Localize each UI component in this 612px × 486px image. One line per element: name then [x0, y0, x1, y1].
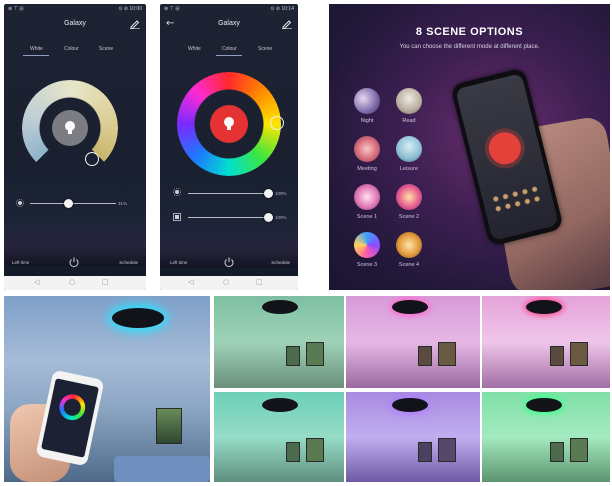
tab-colour[interactable]: Colour	[64, 46, 79, 52]
phone-screenshot-colour: ⊕ ⊤ ⊟ ⊙ ⊘ 10:14 ← Galaxy White Colour Sc…	[160, 4, 298, 290]
brightness-value: 100%	[275, 191, 287, 196]
status-bar: ⊕ ⊤ ⊟ ⊙ ⊘ 10:00	[4, 4, 146, 14]
lightbulb-icon	[65, 121, 75, 134]
brightness-slider[interactable]	[188, 193, 268, 194]
tab-white[interactable]: White	[30, 46, 43, 52]
schedule-button[interactable]: Schedule	[119, 260, 138, 265]
room-photo-purple	[346, 392, 480, 482]
wall-painting	[286, 346, 300, 366]
wall-painting	[438, 342, 456, 366]
wall-painting	[438, 438, 456, 462]
home-nav-icon[interactable]: ○	[223, 278, 229, 286]
pencil-icon[interactable]	[130, 19, 140, 29]
wall-painting	[306, 342, 324, 366]
scene-title-text: SCENE OPTIONS	[426, 26, 524, 38]
room-photo-green-3	[482, 392, 610, 482]
wall-painting	[306, 438, 324, 462]
back-nav-icon[interactable]: ◁	[34, 278, 39, 286]
wall-painting	[418, 346, 432, 366]
bottom-bar: Left time Schedule	[4, 256, 146, 270]
scene-leisure[interactable]: Leisure	[395, 136, 423, 172]
ceiling-lamp	[262, 300, 298, 314]
ceiling-lamp	[262, 398, 298, 412]
sofa	[114, 456, 210, 482]
android-nav-bar: ◁ ○ □	[160, 276, 298, 290]
scene-4[interactable]: Scene 4	[395, 232, 423, 268]
pencil-icon[interactable]	[282, 19, 292, 29]
left-time-button[interactable]: Left time	[170, 260, 187, 265]
scene-count: 8	[415, 26, 423, 38]
recents-nav-icon[interactable]: □	[256, 278, 263, 286]
brightness-slider-knob[interactable]	[64, 199, 73, 208]
room-photo-pink-2	[482, 296, 610, 388]
smartphone	[35, 369, 105, 467]
status-left: ⊕ ⊤ ⊟	[164, 6, 180, 12]
bulb-button[interactable]	[52, 110, 88, 146]
tab-colour[interactable]: Colour	[222, 46, 237, 52]
status-right: ⊙ ⊘ 10:00	[118, 6, 142, 12]
ceiling-lamp	[526, 398, 562, 412]
wall-painting	[570, 438, 588, 462]
brightness-slider-knob[interactable]	[264, 189, 273, 198]
scene-2[interactable]: Scene 2	[395, 184, 423, 220]
app-bar: Galaxy	[4, 16, 146, 34]
color-selector-knob[interactable]	[270, 116, 284, 130]
wall-painting	[550, 346, 564, 366]
wall-painting	[570, 342, 588, 366]
ceiling-lamp	[112, 308, 164, 328]
wall-painting	[286, 442, 300, 462]
brightness-value: 31%	[118, 201, 128, 206]
scene-panel-title: 8 SCENE OPTIONS	[329, 26, 610, 38]
active-tab-underline	[216, 55, 242, 56]
scene-panel-subtitle: You can choose the different mode at dif…	[399, 44, 540, 50]
ceiling-lamp	[392, 300, 428, 314]
status-left: ⊕ ⊤ ⊟	[8, 6, 24, 12]
power-icon[interactable]	[223, 256, 235, 268]
app-title: Galaxy	[64, 20, 86, 27]
scene-night[interactable]: Night	[353, 88, 381, 124]
android-nav-bar: ◁ ○ □	[4, 276, 146, 290]
app-title: Galaxy	[218, 20, 240, 27]
tab-scene[interactable]: Scene	[258, 46, 272, 52]
phone-screenshot-white: ⊕ ⊤ ⊟ ⊙ ⊘ 10:00 Galaxy White Colour Scen…	[4, 4, 146, 290]
status-bar: ⊕ ⊤ ⊟ ⊙ ⊘ 10:14	[160, 4, 298, 14]
scene-meeting[interactable]: Meeting	[353, 136, 381, 172]
wall-painting	[418, 442, 432, 462]
room-photo-green-1	[214, 296, 344, 388]
app-bar: ← Galaxy	[160, 16, 298, 34]
room-photo-pink-1	[346, 296, 480, 388]
active-tab-underline	[23, 55, 49, 56]
power-icon[interactable]	[68, 256, 80, 268]
ceiling-lamp	[392, 398, 428, 412]
tab-white[interactable]: White	[188, 46, 201, 52]
room-photo-green-2	[214, 392, 344, 482]
back-nav-icon[interactable]: ◁	[188, 278, 193, 286]
recents-nav-icon[interactable]: □	[102, 278, 109, 286]
scene-3[interactable]: Scene 3	[353, 232, 381, 268]
brightness-icon	[173, 188, 181, 196]
mode-tabs: White Colour Scene	[160, 46, 298, 58]
ceiling-lamp	[526, 300, 562, 314]
brightness-icon	[16, 199, 24, 207]
wall-painting	[550, 442, 564, 462]
scene-1[interactable]: Scene 1	[353, 184, 381, 220]
brightness-slider[interactable]	[30, 203, 116, 204]
wall-painting	[156, 408, 182, 444]
bulb-button[interactable]	[210, 105, 248, 143]
bottom-bar: Left time Schedule	[160, 256, 298, 270]
left-time-button[interactable]: Left time	[12, 260, 29, 265]
scene-options-panel: 8 SCENE OPTIONS You can choose the diffe…	[329, 4, 610, 290]
room-photo-main	[4, 296, 210, 482]
tab-scene[interactable]: Scene	[99, 46, 113, 52]
status-right: ⊙ ⊘ 10:14	[270, 6, 294, 12]
smartphone-color-wheel	[56, 391, 88, 423]
home-nav-icon[interactable]: ○	[69, 278, 75, 286]
mode-tabs: White Colour Scene	[4, 46, 146, 58]
scene-read[interactable]: Read	[395, 88, 423, 124]
schedule-button[interactable]: Schedule	[271, 260, 290, 265]
lightbulb-icon	[224, 117, 234, 130]
temperature-selector-knob[interactable]	[85, 152, 99, 166]
smartphone-screen	[40, 378, 100, 458]
